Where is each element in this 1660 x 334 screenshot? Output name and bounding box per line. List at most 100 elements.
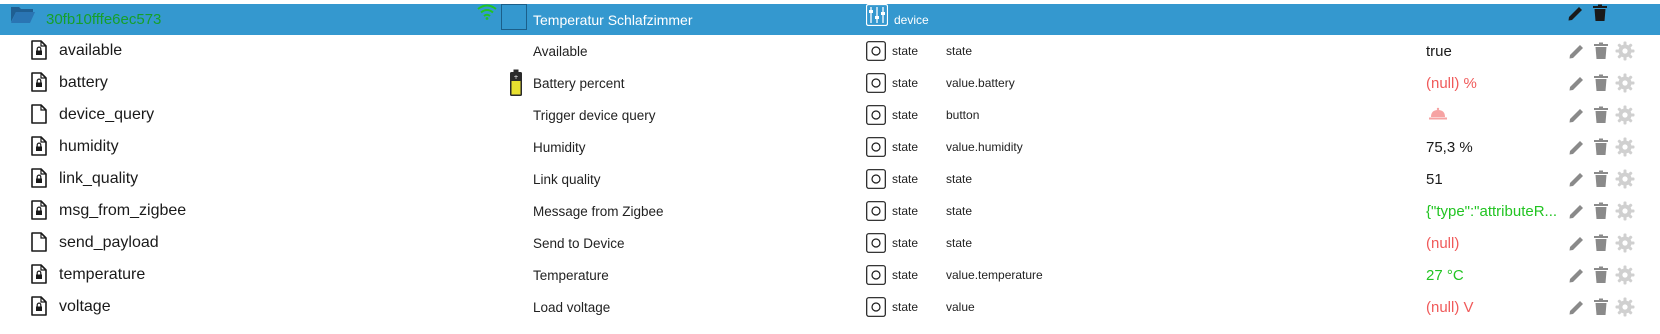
gear-icon[interactable] (1615, 201, 1635, 221)
file-icon (31, 296, 47, 316)
pencil-icon[interactable] (1568, 138, 1586, 156)
battery-icon: + (510, 69, 522, 96)
state-type-label: state (892, 44, 919, 58)
state-name: Message from Zigbee (533, 203, 664, 219)
state-name: Available (533, 43, 588, 59)
trash-icon[interactable] (1593, 266, 1609, 284)
state-role: state (946, 172, 973, 186)
state-id: send_payload (59, 234, 159, 251)
trash-icon[interactable] (1593, 234, 1609, 252)
state-value[interactable]: 51 (1426, 163, 1443, 195)
state-value[interactable]: (null) (1426, 227, 1459, 259)
state-role: value (946, 300, 975, 314)
state-type-icon (866, 265, 886, 285)
pencil-icon[interactable] (1568, 234, 1586, 252)
file-icon (31, 232, 47, 252)
pencil-icon[interactable] (1568, 298, 1586, 316)
state-row-msg_from_zigbee[interactable]: msg_from_zigbee Message from Zigbee stat… (0, 195, 1660, 227)
lock-icon (36, 206, 42, 215)
state-id: temperature (59, 266, 146, 283)
wifi-icon (477, 4, 497, 20)
pencil-icon[interactable] (1568, 202, 1586, 220)
gear-icon[interactable] (1615, 297, 1635, 317)
state-name: Trigger device query (533, 107, 656, 123)
state-name: Humidity (533, 139, 586, 155)
lock-icon (36, 270, 42, 279)
state-role: value.humidity (946, 140, 1023, 154)
state-role: state (946, 204, 973, 218)
state-row-available[interactable]: available Available state state true (0, 35, 1660, 67)
state-id: battery (59, 74, 108, 91)
pencil-icon[interactable] (1568, 106, 1586, 124)
state-id: msg_from_zigbee (59, 202, 187, 219)
pencil-icon[interactable] (1568, 170, 1586, 188)
state-row-battery[interactable]: battery Battery percent state value.batt… (0, 67, 1660, 99)
lock-icon (36, 78, 42, 87)
state-id: available (59, 42, 123, 59)
state-name: Battery percent (533, 75, 625, 91)
state-value[interactable]: (null) V (1426, 291, 1474, 323)
gear-icon[interactable] (1615, 265, 1635, 285)
state-role: state (946, 236, 973, 250)
state-id: device_query (59, 106, 155, 123)
gear-icon[interactable] (1615, 73, 1635, 93)
state-value[interactable]: 75,3 % (1426, 131, 1473, 163)
state-type-icon (866, 169, 886, 189)
state-role: value.battery (946, 76, 1015, 90)
state-type-label: state (892, 140, 919, 154)
trash-icon[interactable] (1593, 298, 1609, 316)
state-value[interactable]: (null) % (1426, 67, 1477, 99)
device-row[interactable]: 30fb10fffe6ec573 Temperatur Schlafzimmer… (0, 4, 1660, 35)
device-name: Temperatur Schlafzimmer (533, 11, 693, 28)
trash-icon[interactable] (1593, 106, 1609, 124)
state-type-icon (866, 201, 886, 221)
pencil-icon[interactable] (1568, 42, 1586, 60)
state-row-link_quality[interactable]: link_quality Link quality state state 51 (0, 163, 1660, 195)
file-icon (31, 264, 47, 284)
gear-icon[interactable] (1615, 105, 1635, 125)
state-type-label: state (892, 172, 919, 186)
state-role: button (946, 108, 980, 122)
trash-icon[interactable] (1593, 202, 1609, 220)
state-type-label: state (892, 76, 919, 90)
gear-icon[interactable] (1615, 137, 1635, 157)
gear-icon[interactable] (1615, 233, 1635, 253)
trash-icon[interactable] (1593, 170, 1609, 188)
state-name: Load voltage (533, 299, 611, 315)
device-id: 30fb10fffe6ec573 (46, 11, 162, 28)
state-type-icon (866, 41, 886, 61)
state-type-label: state (892, 204, 919, 218)
state-name: Send to Device (533, 235, 625, 251)
device-type-label: device (894, 12, 929, 27)
state-row-temperature[interactable]: temperature Temperature state value.temp… (0, 259, 1660, 291)
state-type-label: state (892, 236, 919, 250)
gear-icon[interactable] (1615, 169, 1635, 189)
state-name: Link quality (533, 171, 601, 187)
object-tree: 30fb10fffe6ec573 Temperatur Schlafzimmer… (0, 4, 1660, 323)
lock-icon (36, 174, 42, 183)
lock-icon (36, 142, 42, 151)
pencil-icon[interactable] (1568, 74, 1586, 92)
lock-icon (36, 46, 42, 55)
trash-icon[interactable] (1592, 4, 1608, 22)
state-value[interactable]: true (1426, 35, 1452, 67)
state-type-label: state (892, 300, 919, 314)
state-id: humidity (59, 138, 119, 155)
state-value[interactable]: 27 °C (1426, 259, 1464, 291)
trash-icon[interactable] (1593, 42, 1609, 60)
state-row-humidity[interactable]: humidity Humidity state value.humidity 7… (0, 131, 1660, 163)
bell-button-icon[interactable] (1428, 107, 1448, 121)
state-type-icon (866, 297, 886, 317)
state-value[interactable]: {"type":"attributeR... (1426, 195, 1557, 227)
pencil-icon[interactable] (1567, 4, 1585, 22)
state-row-send_payload[interactable]: send_payload Send to Device state state … (0, 227, 1660, 259)
trash-icon[interactable] (1593, 74, 1609, 92)
trash-icon[interactable] (1593, 138, 1609, 156)
state-row-device_query[interactable]: device_query Trigger device query state … (0, 99, 1660, 131)
folder-open-icon[interactable] (10, 4, 36, 24)
sliders-icon (866, 4, 888, 26)
file-icon (31, 40, 47, 60)
state-row-voltage[interactable]: voltage Load voltage state value (null) … (0, 291, 1660, 323)
gear-icon[interactable] (1615, 41, 1635, 61)
pencil-icon[interactable] (1568, 266, 1586, 284)
